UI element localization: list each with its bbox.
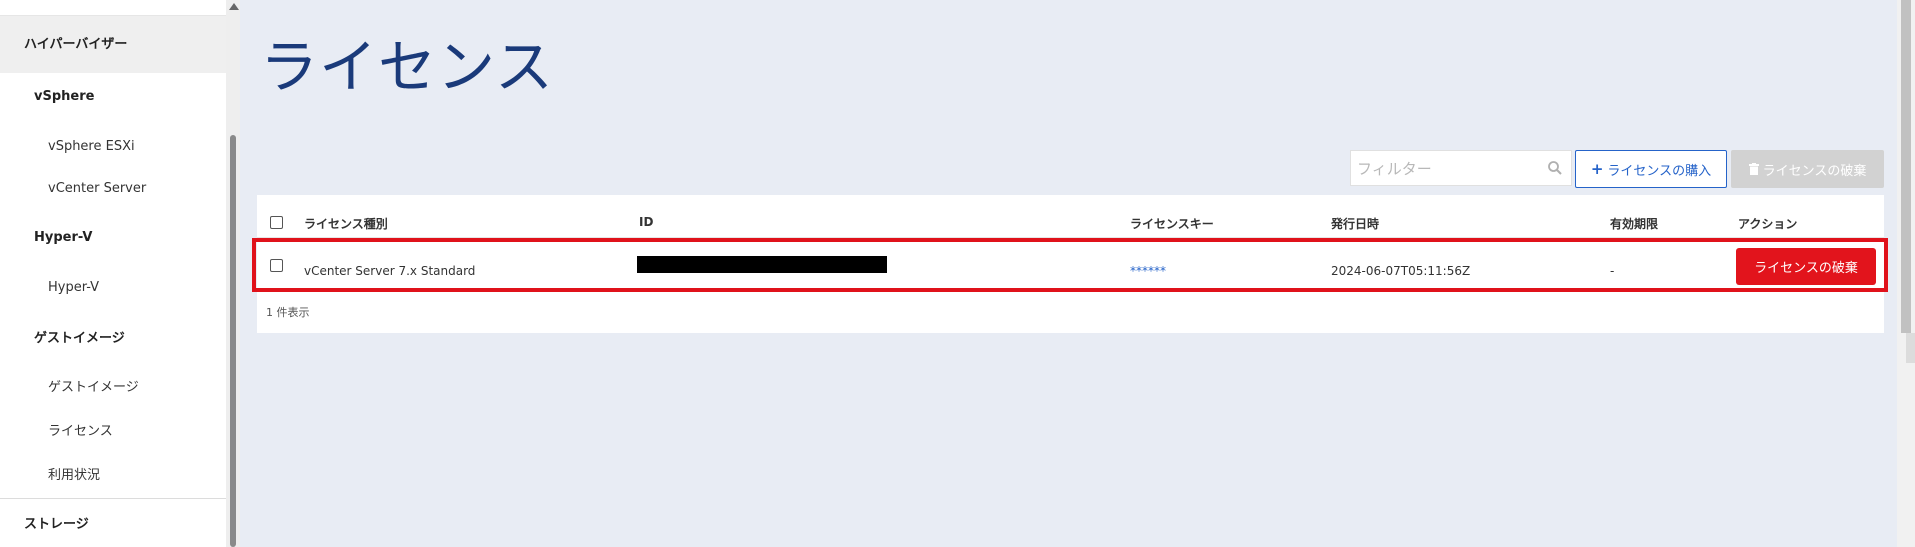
scroll-up-arrow-icon[interactable] [229,3,239,10]
search-icon[interactable] [1547,160,1563,176]
column-header-license-type[interactable]: ライセンス種別 [304,215,388,232]
filter-box [1350,150,1572,186]
row-checkbox[interactable] [270,259,283,272]
sidebar-item-hyper-v[interactable]: Hyper-V [0,280,226,300]
cell-id-redacted [637,256,887,273]
sidebar-item-vsphere-esxi[interactable]: vSphere ESXi [0,139,226,159]
sidebar-item-vsphere[interactable]: vSphere [0,89,226,109]
page-scroll-lower [1906,333,1915,363]
sidebar-item-hypervisor[interactable]: ハイパーバイザー [0,16,226,73]
column-header-expiry[interactable]: 有効期限 [1610,215,1658,232]
row-count-text: 1 件表示 [266,306,310,319]
row-discard-license-button[interactable]: ライセンスの破棄 [1736,248,1876,285]
trash-icon [1748,163,1759,175]
discard-license-button[interactable]: ライセンスの破棄 [1731,150,1884,188]
sidebar-item-storage[interactable]: ストレージ [0,498,226,547]
row-highlight-outline [252,238,1888,292]
sidebar-scroll-thumb[interactable] [230,135,236,547]
discard-license-label: ライセンスの破棄 [1762,163,1867,179]
column-header-license-key[interactable]: ライセンスキー [1130,215,1214,232]
page-scroll-thumb[interactable] [1901,0,1911,333]
page-title: ライセンス [260,33,554,101]
sidebar-item-hyper-v-group[interactable]: Hyper-V [0,230,226,250]
column-header-action: アクション [1738,217,1798,231]
sidebar-item-guest-image[interactable]: ゲストイメージ [0,376,226,396]
select-all-checkbox[interactable] [270,216,283,229]
cell-license-type: vCenter Server 7.x Standard [304,264,476,278]
sidebar-item-vcenter-server[interactable]: vCenter Server [0,181,226,201]
cell-issued-at: 2024-06-07T05:11:56Z [1331,264,1471,278]
license-table: ライセンス種別 ID ライセンスキー 発行日時 有効期限 アクション vCent… [252,195,1888,333]
purchase-license-label: ライセンスの購入 [1607,163,1712,179]
plus-icon: + [1590,160,1604,178]
sidebar-item-license[interactable]: ライセンス [0,420,226,440]
purchase-license-button[interactable]: + ライセンスの購入 [1575,150,1727,188]
filter-input[interactable] [1355,155,1539,183]
sidebar-item-guest-image-group[interactable]: ゲストイメージ [0,327,226,347]
sidebar: ハイパーバイザー vSphere vSphere ESXi vCenter Se… [0,0,226,547]
sidebar-item-usage[interactable]: 利用状況 [0,464,226,484]
sidebar-top-item[interactable] [0,0,226,16]
cell-expiry: - [1610,264,1615,278]
cell-license-key[interactable]: ****** [1130,264,1166,278]
column-header-id[interactable]: ID [639,215,653,229]
column-header-issued-at[interactable]: 発行日時 [1331,215,1379,232]
